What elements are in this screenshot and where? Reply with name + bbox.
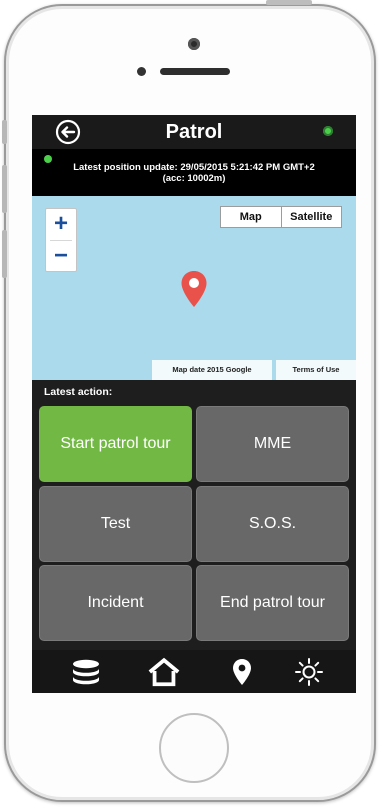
page-title: Patrol [165,121,223,143]
map-attribution: Map date 2015 Google [152,360,272,380]
start-patrol-tour-button[interactable]: Start patrol tour [39,406,192,482]
end-patrol-tour-button[interactable]: End patrol tour [196,565,349,641]
test-button[interactable]: Test [39,486,192,562]
connection-status-dot [323,126,333,136]
brightness-icon [295,658,323,686]
map-type-toggle: Map Satellite [220,206,342,228]
terms-of-use-link[interactable]: Terms of Use [276,360,356,380]
database-icon [73,659,99,685]
position-update-line: Latest position update: 29/05/2015 5:21:… [73,162,315,173]
zoom-control: + − [45,208,77,272]
volume-up-button [2,165,7,213]
tab-data[interactable] [69,656,103,688]
app-header: Patrol [32,115,356,149]
earpiece-speaker [160,68,230,75]
home-icon [148,657,180,687]
tab-home[interactable] [147,656,181,688]
map-view[interactable]: + − Map Satellite Map date 2015 Google T… [32,196,356,380]
app-screen: Patrol Latest position update: 29/05/201… [32,115,356,693]
latest-action-label: Latest action: [44,386,113,398]
mme-button[interactable]: MME [196,406,349,482]
home-hardware-button[interactable] [159,713,229,783]
mute-switch [2,120,7,144]
zoom-in-button[interactable]: + [46,209,76,240]
position-update-bar: Latest position update: 29/05/2015 5:21:… [32,149,356,196]
zoom-out-button[interactable]: − [46,241,76,272]
position-update-text: Latest position update: 29/05/2015 5:21:… [32,162,356,184]
proximity-sensor [137,67,146,76]
tab-location[interactable] [225,656,259,688]
location-pin-icon [233,659,251,685]
tab-settings[interactable] [292,656,326,688]
map-type-satellite-button[interactable]: Satellite [280,207,342,227]
bottom-tab-bar [32,650,356,693]
position-accuracy: (acc: 10002m) [162,173,226,184]
front-camera [188,38,200,50]
sos-button[interactable]: S.O.S. [196,486,349,562]
incident-button[interactable]: Incident [39,565,192,641]
location-marker-icon[interactable] [180,270,208,308]
volume-down-button [2,230,7,278]
map-type-map-button[interactable]: Map [221,207,281,227]
power-button [266,0,312,5]
